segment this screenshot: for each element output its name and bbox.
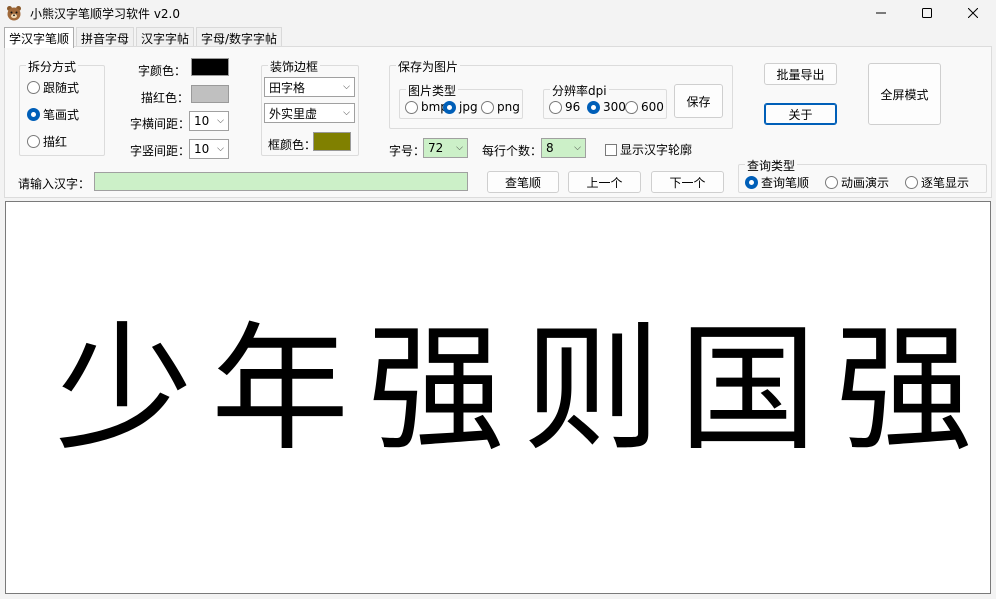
query-type-legend: 查询类型 [745, 157, 798, 174]
h-spacing-label: 字横间距： [130, 117, 191, 131]
display-character: 年 [210, 309, 349, 470]
close-icon [968, 8, 978, 18]
split-mode-legend: 拆分方式 [26, 58, 79, 75]
per-row-label: 每行个数： [482, 144, 543, 158]
query-animation-radio[interactable]: 动画演示 [825, 174, 889, 191]
line-style-select[interactable]: 外实里虚 ⌵ [264, 103, 355, 123]
hanzi-input-label: 请输入汉字： [18, 177, 91, 191]
display-character: 少 [54, 309, 193, 470]
font-size-label: 字号： [389, 144, 426, 158]
v-spacing-select[interactable]: 10 ⌵ [189, 139, 229, 159]
about-button[interactable]: 关于 [764, 103, 837, 125]
dpi-300-radio[interactable]: 300 [587, 100, 626, 114]
type-png-radio[interactable]: png [481, 100, 520, 114]
maximize-icon [922, 8, 932, 18]
character-row: 少 年 强 则 国 强 [46, 310, 982, 470]
query-stroke-order-radio[interactable]: 查询笔顺 [745, 174, 809, 191]
hanzi-input[interactable] [94, 172, 468, 191]
dpi-96-radio[interactable]: 96 [549, 100, 580, 114]
next-button[interactable]: 下一个 [651, 171, 724, 193]
tab-hanzi-copybook[interactable]: 汉字字帖 [136, 27, 195, 47]
border-legend: 装饰边框 [268, 58, 321, 75]
type-bmp-radio[interactable]: bmp [405, 100, 448, 114]
minimize-icon [876, 12, 886, 14]
display-character: 强 [366, 309, 505, 470]
dpi-legend: 分辨率dpi [550, 82, 609, 99]
batch-export-button[interactable]: 批量导出 [764, 63, 837, 85]
query-step-display-radio[interactable]: 逐笔显示 [905, 174, 969, 191]
split-mode-stroke-radio[interactable]: 笔画式 [27, 106, 79, 123]
split-mode-trace-radio[interactable]: 描红 [27, 133, 67, 150]
frame-color-swatch[interactable] [313, 132, 351, 151]
per-row-select[interactable]: 8 ⌵ [541, 138, 586, 158]
save-image-legend: 保存为图片 [396, 58, 461, 75]
trace-color-swatch[interactable] [191, 85, 229, 103]
chevron-down-icon: ⌵ [456, 143, 463, 153]
maximize-button[interactable] [904, 0, 950, 26]
chevron-down-icon: ⌵ [343, 82, 350, 92]
grid-type-select[interactable]: 田字格 ⌵ [264, 77, 355, 97]
dpi-600-radio[interactable]: 600 [625, 100, 664, 114]
chevron-down-icon: ⌵ [217, 116, 224, 126]
font-color-label: 字颜色： [138, 64, 187, 78]
v-spacing-label: 字竖间距： [130, 144, 191, 158]
lookup-stroke-button[interactable]: 查笔顺 [487, 171, 559, 193]
character-display-canvas[interactable]: 少 年 强 则 国 强 [5, 201, 991, 594]
font-color-swatch[interactable] [191, 58, 229, 76]
display-character: 则 [522, 309, 661, 470]
font-size-select[interactable]: 72 ⌵ [423, 138, 468, 158]
minimize-button[interactable] [858, 0, 904, 26]
fullscreen-button[interactable]: 全屏模式 [868, 63, 941, 125]
tab-letter-number-copybook[interactable]: 字母/数字字帖 [196, 27, 283, 47]
prev-button[interactable]: 上一个 [568, 171, 641, 193]
window-title: 小熊汉字笔顺学习软件 v2.0 [30, 7, 181, 21]
close-button[interactable] [950, 0, 996, 26]
show-outline-checkbox[interactable]: 显示汉字轮廓 [605, 141, 692, 158]
chevron-down-icon: ⌵ [217, 144, 224, 154]
save-button[interactable]: 保存 [674, 84, 723, 118]
split-mode-follow-radio[interactable]: 跟随式 [27, 79, 79, 96]
tab-pinyin-letters[interactable]: 拼音字母 [76, 27, 135, 47]
chevron-down-icon: ⌵ [343, 108, 350, 118]
type-jpg-radio[interactable]: jpg [443, 100, 478, 114]
display-character: 国 [678, 309, 817, 470]
tab-learn-stroke-order[interactable]: 学汉字笔顺 [4, 27, 75, 48]
bear-app-icon [6, 5, 22, 21]
chevron-down-icon: ⌵ [574, 143, 581, 153]
frame-color-label: 框颜色： [268, 138, 317, 152]
trace-color-label: 描红色： [141, 91, 190, 105]
display-character: 强 [834, 309, 973, 470]
h-spacing-select[interactable]: 10 ⌵ [189, 111, 229, 131]
image-type-legend: 图片类型 [406, 82, 459, 99]
